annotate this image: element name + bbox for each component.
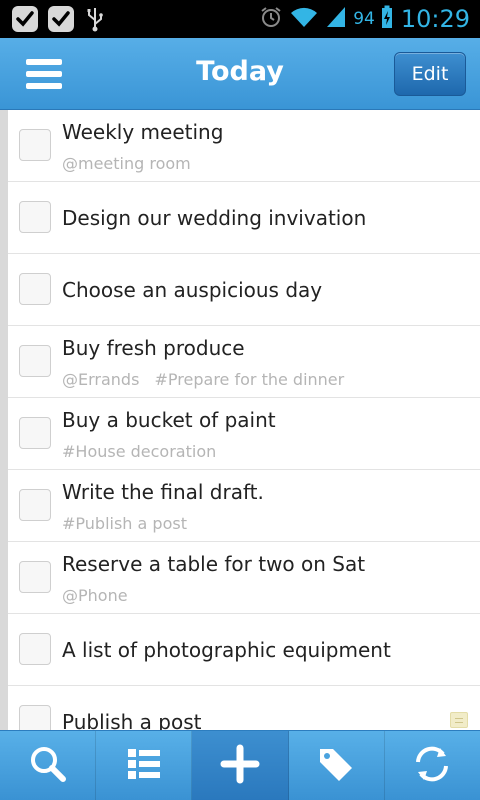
task-row[interactable]: Reserve a table for two on Sat @Phone <box>8 542 480 614</box>
task-title: Weekly meeting <box>62 120 224 144</box>
task-row[interactable]: Design our wedding invivation <box>8 182 480 254</box>
sync-button[interactable] <box>385 731 480 800</box>
task-checkbox[interactable] <box>19 129 51 161</box>
list-view-button[interactable] <box>96 731 193 800</box>
search-button[interactable] <box>0 731 97 800</box>
check-icon <box>48 6 74 32</box>
usb-icon <box>84 6 106 32</box>
task-title: Buy fresh produce <box>62 336 245 360</box>
alarm-icon <box>259 5 283 33</box>
task-checkbox[interactable] <box>19 705 51 730</box>
task-checkbox[interactable] <box>19 201 51 233</box>
tags-button[interactable] <box>289 731 385 800</box>
signal-icon <box>325 5 347 33</box>
sync-icon <box>412 744 452 788</box>
task-tags: #House decoration <box>62 442 226 461</box>
battery-charging-icon <box>381 5 393 33</box>
check-icon <box>12 6 38 32</box>
task-checkbox[interactable] <box>19 417 51 449</box>
tag-icon <box>317 745 355 787</box>
task-tags: @meeting room <box>62 154 201 173</box>
task-tags: @Phone <box>62 586 138 605</box>
task-checkbox[interactable] <box>19 345 51 377</box>
task-tag: @meeting room <box>62 154 191 173</box>
task-title: Publish a post <box>62 710 202 730</box>
task-title: Reserve a table for two on Sat <box>62 552 366 576</box>
task-checkbox[interactable] <box>19 273 51 305</box>
task-tags: #Publish a post <box>62 514 197 533</box>
task-checkbox[interactable] <box>19 489 51 521</box>
clock: 10:29 <box>400 5 470 33</box>
task-title: Design our wedding invivation <box>62 206 367 230</box>
add-task-button[interactable] <box>192 731 289 800</box>
task-title: A list of photographic equipment <box>62 638 391 662</box>
task-row[interactable]: Buy fresh produce @Errands #Prepare for … <box>8 326 480 398</box>
task-title: Choose an auspicious day <box>62 278 323 302</box>
task-title: Buy a bucket of paint <box>62 408 276 432</box>
task-checkbox[interactable] <box>19 561 51 593</box>
task-tag: #Publish a post <box>62 514 187 533</box>
task-row[interactable]: Buy a bucket of paint #House decoration <box>8 398 480 470</box>
task-tag: #Prepare for the dinner <box>154 370 345 389</box>
task-list[interactable]: Weekly meeting @meeting room Design our … <box>0 110 480 730</box>
list-icon <box>126 746 162 786</box>
app-header: Today Edit <box>0 38 480 110</box>
task-row[interactable]: A list of photographic equipment <box>8 614 480 686</box>
bottom-toolbar <box>0 730 480 800</box>
task-title: Write the final draft. <box>62 480 264 504</box>
note-icon <box>450 712 468 728</box>
wifi-icon <box>289 5 319 33</box>
task-checkbox[interactable] <box>19 633 51 665</box>
task-tag: #House decoration <box>62 442 217 461</box>
add-icon <box>220 744 260 788</box>
edit-button[interactable]: Edit <box>394 52 466 96</box>
task-tags: @Errands #Prepare for the dinner <box>62 370 354 389</box>
battery-level: 94 <box>353 9 375 29</box>
task-row[interactable]: Weekly meeting @meeting room <box>8 110 480 182</box>
task-row[interactable]: Publish a post <box>8 686 480 730</box>
task-row[interactable]: Write the final draft. #Publish a post <box>8 470 480 542</box>
task-tag: @Phone <box>62 586 128 605</box>
task-tag: @Errands <box>62 370 140 389</box>
status-bar: 94 10:29 <box>0 0 480 38</box>
task-row[interactable]: Choose an auspicious day <box>8 254 480 326</box>
list-rail <box>0 110 8 730</box>
search-icon <box>28 744 68 788</box>
